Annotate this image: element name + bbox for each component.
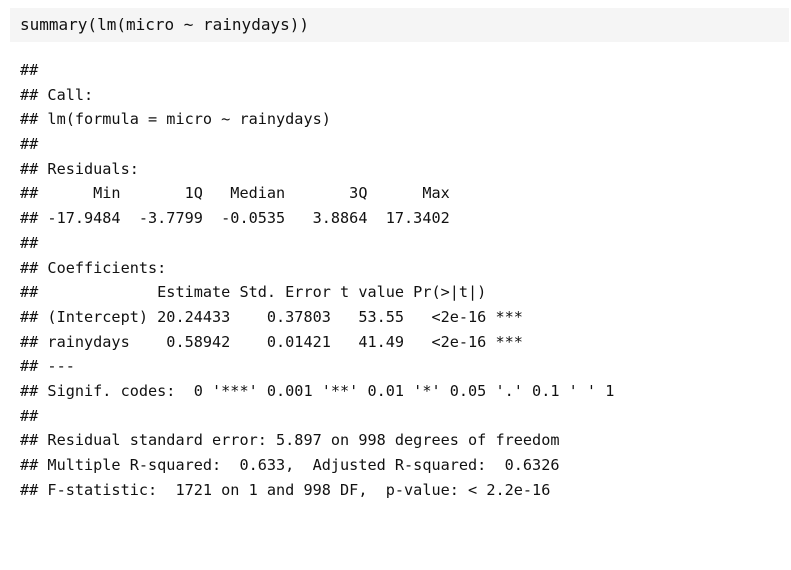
output-line: ## (Intercept) 20.24433 0.37803 53.55 <2… [20,307,523,326]
output-line: ## Coefficients: [20,258,167,277]
output-line: ## Call: [20,85,94,104]
output-line: ## Residuals: [20,159,139,178]
output-line: ## --- [20,357,75,376]
output-line: ## F-statistic: 1721 on 1 and 998 DF, p-… [20,480,551,499]
output-line: ## [20,233,39,252]
output-line: ## Residual standard error: 5.897 on 998… [20,431,560,450]
output-line: ## [20,406,39,425]
output-line: ## Estimate Std. Error t value Pr(>|t|) [20,283,487,302]
output-line: ## lm(formula = micro ~ rainydays) [20,110,331,129]
output-line: ## Min 1Q Median 3Q Max [20,184,450,203]
console-output: ## ## Call: ## lm(formula = micro ~ rainyd… [20,58,614,502]
code-input-text: summary(lm(micro ~ rainydays)) [20,15,309,34]
code-input-block: summary(lm(micro ~ rainydays)) [10,8,789,42]
output-line: ## -17.9484 -3.7799 -0.0535 3.8864 17.34… [20,209,450,228]
output-line: ## Multiple R-squared: 0.633, Adjusted R… [20,456,560,474]
output-line: ## [20,135,39,154]
output-line: ## [20,61,39,79]
output-line: ## Signif. codes: 0 '***' 0.001 '**' 0.0… [20,381,615,400]
output-line: ## rainydays 0.58942 0.01421 41.49 <2e-1… [20,332,523,351]
